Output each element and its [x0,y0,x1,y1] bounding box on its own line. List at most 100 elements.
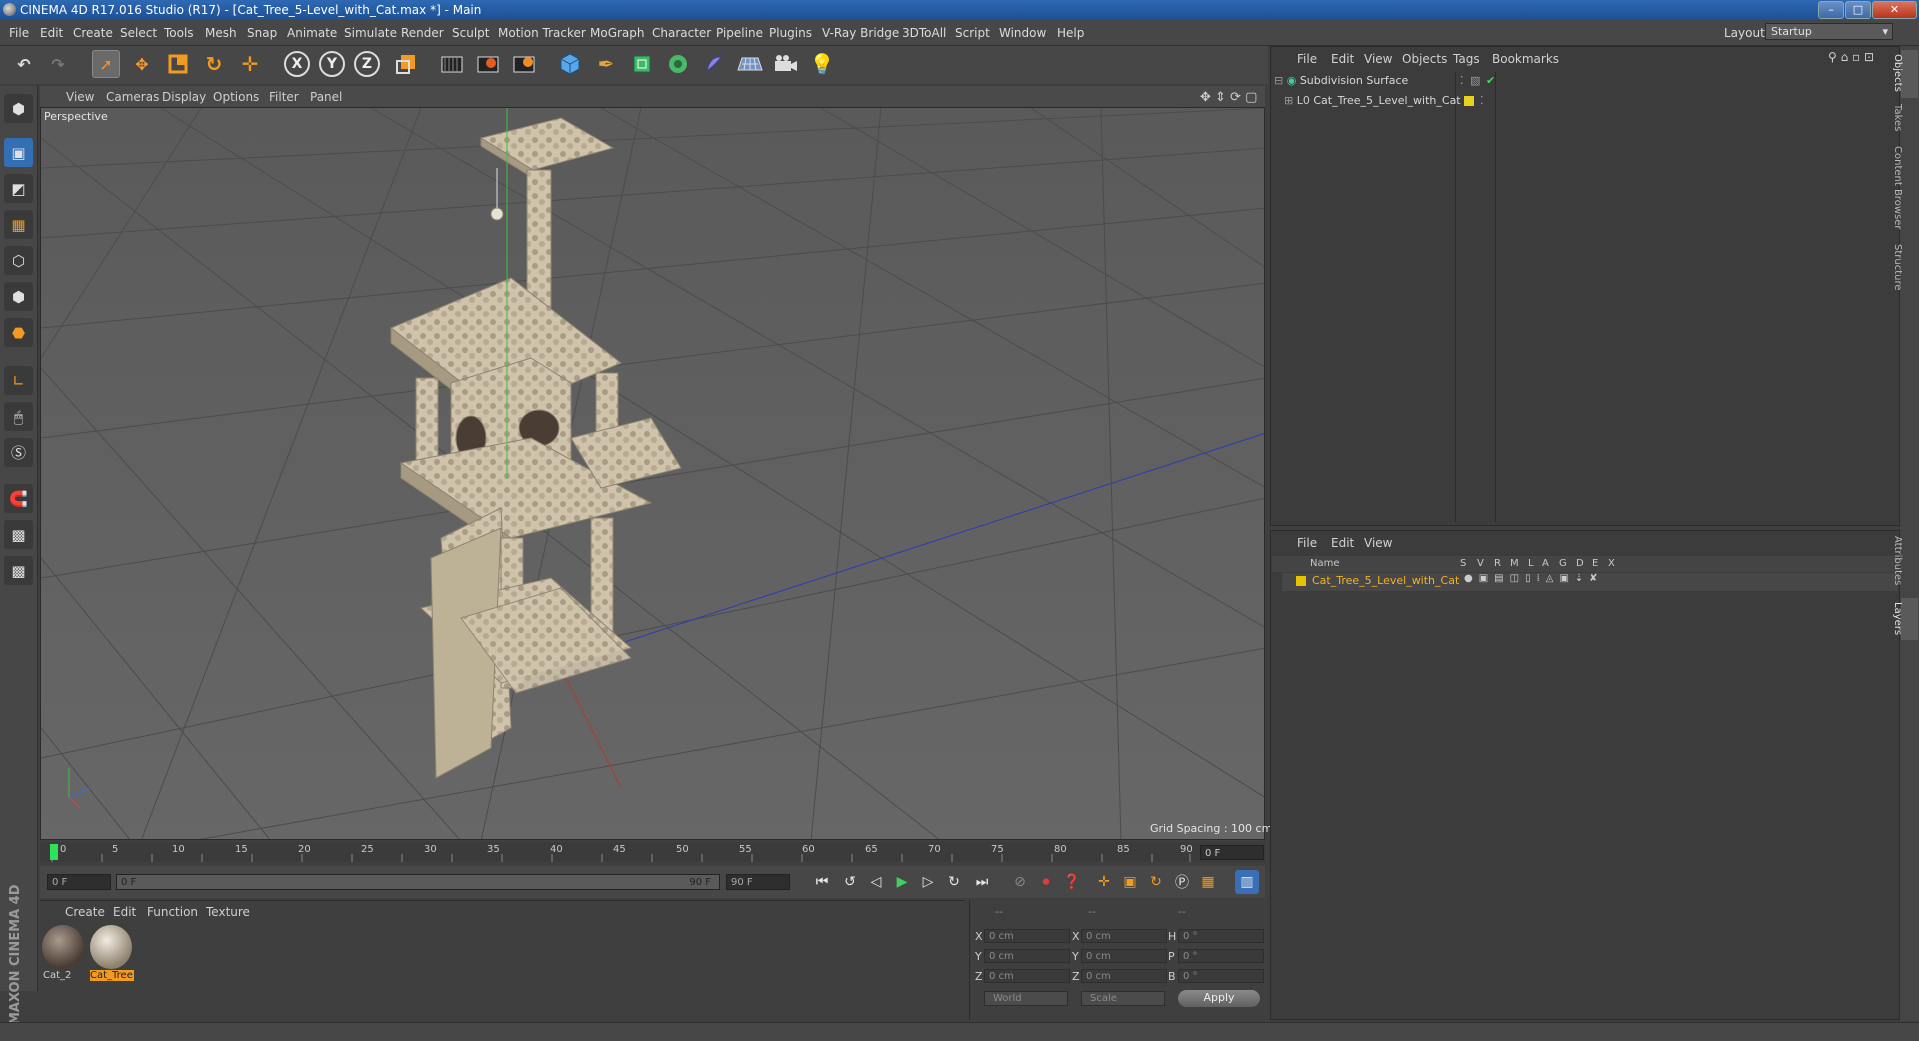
object-visibility-dots[interactable]: ⁚ [1460,74,1464,87]
coord-size-y-field[interactable]: 0 cm [1081,949,1167,963]
camera-icon[interactable] [772,50,800,78]
menu-select[interactable]: Select [120,26,157,40]
menu-animate[interactable]: Animate [287,26,337,40]
live-selection-icon[interactable]: ➚ [92,50,120,78]
move-icon[interactable]: ✥ [128,50,156,78]
tab-attributes[interactable]: Attributes [1892,536,1903,585]
maximize-button[interactable]: □ [1845,1,1871,19]
apply-button[interactable]: Apply [1178,990,1260,1007]
menu-mograph[interactable]: MoGraph [590,26,645,40]
render-settings-icon[interactable] [510,50,538,78]
coord-pos-x-field[interactable]: 0 cm [984,929,1070,943]
material-cat-tree-swatch[interactable] [90,925,132,969]
object-row-subdivision-surface[interactable]: ⊟ ◉ Subdivision Surface ⁚ ▧ ✔ [1274,74,1495,92]
menu-file[interactable]: File [9,26,29,40]
menu-plugins[interactable]: Plugins [769,26,812,40]
model-mode-icon[interactable]: ▣ [4,138,33,167]
go-to-end-icon[interactable]: ⏭ [970,870,994,894]
texture-mode-icon[interactable]: ◩ [4,174,33,203]
menu-edit[interactable]: Edit [40,26,63,40]
material-menu-function[interactable]: Function [147,905,198,919]
axis-mode-icon[interactable]: ∟ [4,366,33,395]
light-icon[interactable]: 💡 [808,50,836,78]
autokey-icon[interactable]: ⏺ [1034,870,1058,894]
object-menu-bookmarks[interactable]: Bookmarks [1492,52,1559,66]
perspective-viewport[interactable] [40,107,1265,840]
menu-sculpt[interactable]: Sculpt [452,26,489,40]
layer-menu-file[interactable]: File [1297,536,1317,550]
coordinate-system-icon[interactable] [392,50,420,78]
spline-pen-icon[interactable]: ✒ [592,50,620,78]
viewport-menu-cameras[interactable]: Cameras [106,90,159,104]
key-position-icon[interactable]: ✛ [1092,870,1116,894]
enabled-check-icon[interactable]: ✔ [1486,74,1495,87]
tree-collapse-icon[interactable]: ⊟ [1274,74,1283,87]
floor-scene-icon[interactable] [736,50,764,78]
viewport-menu-filter[interactable]: Filter [269,90,299,104]
material-menu-create[interactable]: Create [65,905,105,919]
timeline-ruler[interactable]: 0 5 10 15 20 25 30 35 40 45 50 55 60 65 … [40,842,1265,862]
deformer-icon[interactable] [700,50,728,78]
menu-script[interactable]: Script [955,26,990,40]
coord-size-x-field[interactable]: 0 cm [1081,929,1167,943]
workplane-icon[interactable]: ▦ [4,210,33,239]
render-to-picture-viewer-icon[interactable] [474,50,502,78]
menu-simulate[interactable]: Simulate [344,26,397,40]
material-cat-2-swatch[interactable] [42,925,84,969]
recent-tool-icon[interactable]: ✛ [236,50,264,78]
previous-key-icon[interactable]: ↺ [838,870,862,894]
object-menu-objects[interactable]: Objects [1402,52,1447,66]
layout-select[interactable]: Startup ▾ [1765,23,1893,40]
viewport-menu-view[interactable]: View [66,90,94,104]
menu-mesh[interactable]: Mesh [205,26,237,40]
menu-character[interactable]: Character [652,26,711,40]
menu-vray-bridge[interactable]: V-Ray Bridge [822,26,899,40]
object-menu-tags[interactable]: Tags [1453,52,1480,66]
axis-x-button[interactable]: X [283,50,311,78]
tab-layers[interactable]: Layers [1892,602,1903,635]
viewport-menu-options[interactable]: Options [213,90,259,104]
viewport-menu-display[interactable]: Display [162,90,206,104]
keyframe-selection-icon[interactable]: ❓ [1060,870,1084,894]
grid-lock-icon[interactable]: ▩ [4,520,33,549]
frame-range-slider[interactable]: 0 F 90 F [116,874,720,890]
polygons-mode-icon[interactable]: ⬣ [4,318,33,347]
tab-objects[interactable]: Objects [1892,54,1903,92]
coord-rot-h-field[interactable]: 0 ° [1178,929,1264,943]
material-menu-edit[interactable]: Edit [113,905,136,919]
cube-primitive-icon[interactable] [556,50,584,78]
nurbs-icon[interactable] [628,50,656,78]
object-visibility-dots[interactable]: ⁚ [1480,94,1484,107]
go-to-start-icon[interactable]: ⏮ [810,870,834,894]
menu-create[interactable]: Create [73,26,113,40]
key-rotation-icon[interactable]: ↻ [1144,870,1168,894]
render-view-icon[interactable] [438,50,466,78]
key-pla-icon[interactable]: ▦ [1196,870,1220,894]
key-parameter-icon[interactable]: Ⓟ [1170,870,1194,894]
viewport-nav-icons[interactable]: ✥ ⇕ ⟳ ▢ [1200,90,1257,105]
tab-content-browser[interactable]: Content Browser [1892,146,1903,229]
object-menu-file[interactable]: File [1297,52,1317,66]
snap-icon[interactable]: Ⓢ [4,438,33,467]
tree-expand-icon[interactable]: ⊞ [1284,94,1293,107]
scale-icon[interactable] [164,50,192,78]
material-menu-texture[interactable]: Texture [206,905,250,919]
close-button[interactable]: ✕ [1872,1,1917,19]
tab-structure[interactable]: Structure [1892,244,1903,291]
record-keys-icon[interactable]: ⊘ [1008,870,1032,894]
magnet-icon[interactable]: 🧲 [4,484,33,513]
timeline-window-icon[interactable]: ▥ [1235,870,1259,894]
rotate-icon[interactable]: ↻ [200,50,228,78]
object-row-cat-tree[interactable]: ⊞ L0 Cat_Tree_5_Level_with_Cat ⁚ [1284,94,1484,112]
viewport-menu-panel[interactable]: Panel [310,90,342,104]
object-menu-view[interactable]: View [1364,52,1392,66]
edges-mode-icon[interactable]: ⬢ [4,282,33,311]
coord-size-z-field[interactable]: 0 cm [1081,969,1167,983]
key-scale-icon[interactable]: ▣ [1118,870,1142,894]
layer-menu-edit[interactable]: Edit [1331,536,1354,550]
end-frame-field[interactable]: 90 F [726,874,790,890]
play-icon[interactable]: ▶ [890,870,914,894]
make-editable-icon[interactable]: ⬢ [4,94,33,123]
menu-help[interactable]: Help [1057,26,1084,40]
mograph-cloner-icon[interactable] [664,50,692,78]
